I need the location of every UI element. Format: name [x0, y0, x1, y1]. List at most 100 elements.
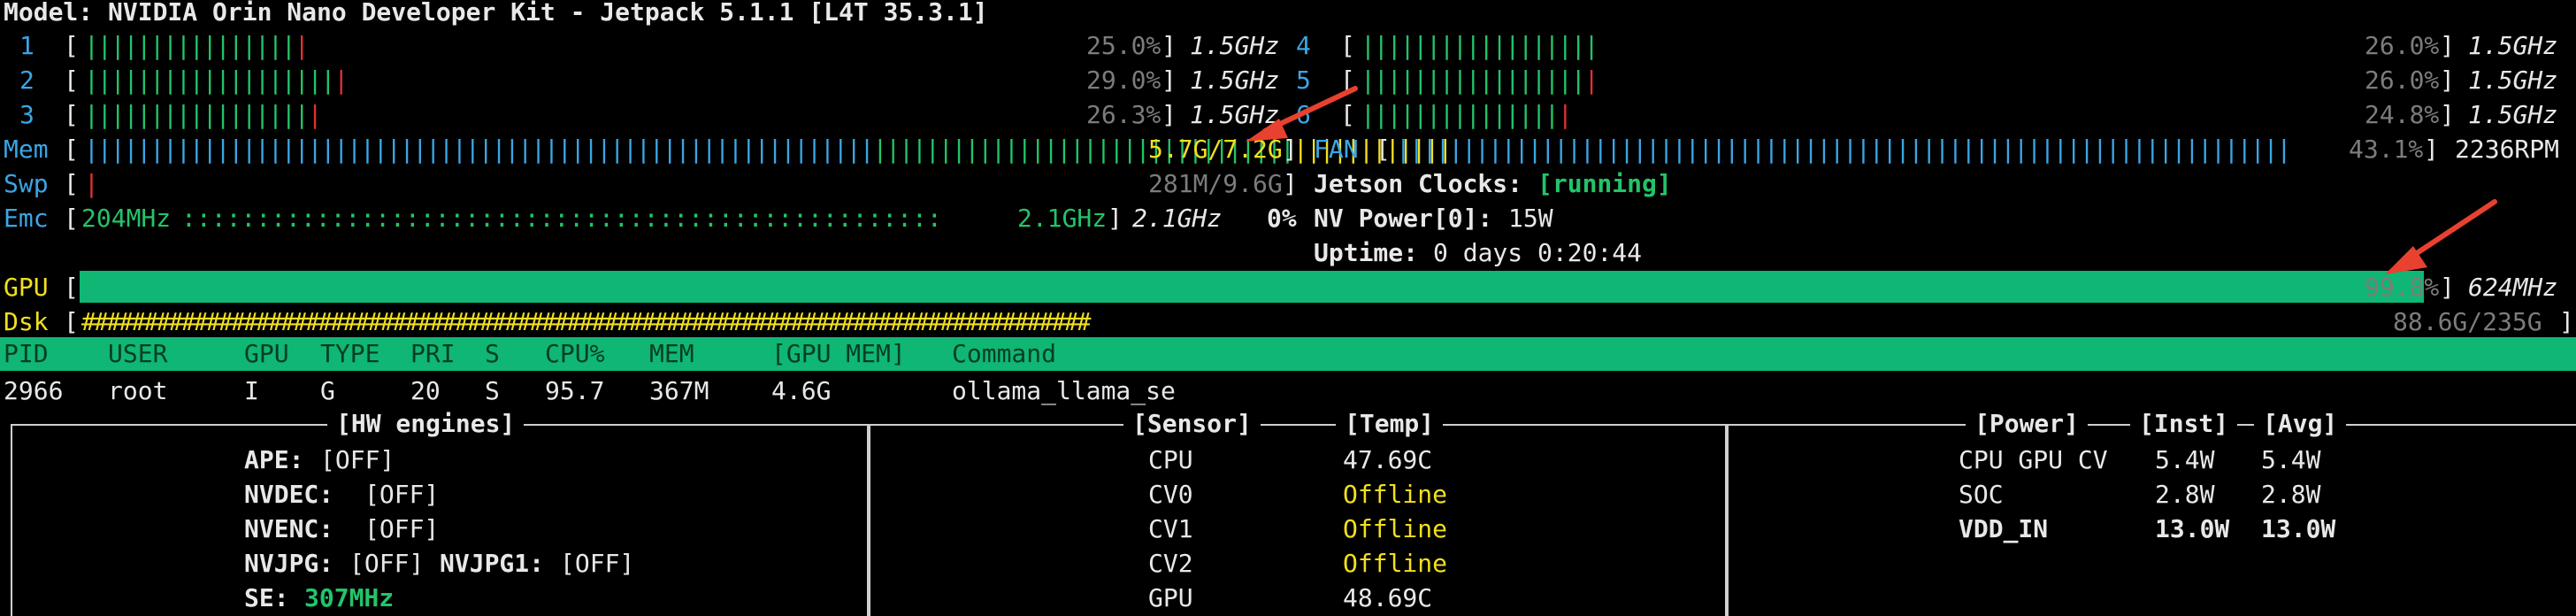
arrow-icon: [1246, 86, 1358, 142]
sensor-name: CV2: [1148, 549, 1193, 578]
nvjpg-label: NVJPG:: [244, 549, 334, 578]
sensor-name: CV0: [1148, 480, 1193, 509]
cpu-usage-bar: |||||||||||||||||: [84, 31, 310, 60]
power-panel: [1725, 424, 2576, 616]
nv-power-label: NV Power[0]:: [1314, 204, 1493, 233]
process-user: root: [108, 376, 168, 405]
column-header-gpu-mem[interactable]: [GPU MEM]: [771, 337, 906, 371]
sensor-temp: Offline: [1343, 549, 1448, 578]
power-rail-name: VDD_IN: [1959, 514, 2049, 543]
nv-power-value: 15W: [1508, 204, 1553, 233]
process-header-bar: [0, 337, 2576, 371]
emc-percent: 0%: [1267, 204, 1297, 233]
column-header-pri[interactable]: PRI: [410, 337, 456, 371]
power-inst: 5.4W: [2155, 445, 2215, 474]
emc-usage-bar: ::::::::::::::::::::::::::::::::::::::::…: [181, 204, 942, 233]
power-avg: 5.4W: [2261, 445, 2321, 474]
cpu-freq: 1.5GHz: [1190, 31, 1280, 60]
cpu-freq: 1.5GHz: [2468, 100, 2558, 129]
jetson-clocks-status: [running]: [1537, 169, 1672, 198]
arrow-icon: [2385, 199, 2497, 274]
process-pid: 2966: [4, 376, 64, 405]
process-cpu: 95.7: [545, 376, 605, 405]
cpu-id: 1: [19, 31, 34, 60]
hw-engines-title: [HW engines]: [327, 408, 525, 440]
power-inst: 2.8W: [2155, 480, 2215, 509]
fan-percent: 43.1%: [2349, 135, 2424, 164]
emc-min-freq: 204MHz: [81, 204, 172, 233]
emc-freq: 2.1GHz: [1132, 204, 1223, 233]
process-gpu-mem: 4.6G: [771, 376, 832, 405]
nvenc-status: [OFF]: [364, 514, 440, 543]
cpu-id: 4: [1296, 31, 1311, 60]
cpu-usage-bar: ||||||||||||||||||: [84, 100, 322, 129]
sensor-temp: 48.69C: [1343, 583, 1433, 612]
cpu-bracket-open: [: [64, 31, 79, 60]
cpu-percent: 26.3%: [1086, 100, 1162, 129]
cpu-usage-bar: ||||||||||||||||||: [1361, 31, 1598, 60]
uptime-value: 0 days 0:20:44: [1433, 238, 1643, 267]
nvjpg1-label: NVJPG1:: [440, 549, 545, 578]
avg-title: [Avg]: [2254, 408, 2347, 440]
sensor-temp: Offline: [1343, 480, 1448, 509]
column-header-command[interactable]: Command: [952, 337, 1056, 371]
mem-label: Mem: [4, 135, 49, 164]
ape-label: APE:: [244, 445, 304, 474]
sensor-name: GPU: [1148, 583, 1193, 612]
gpu-label: GPU: [4, 273, 49, 302]
disk-usage-bar: ########################################…: [81, 307, 1091, 336]
sensor-name: CPU: [1148, 445, 1193, 474]
disk-label: Dsk: [4, 307, 49, 336]
model-title: Model: NVIDIA Orin Nano Developer Kit - …: [4, 0, 988, 27]
power-rail-name: CPU GPU CV: [1959, 445, 2108, 474]
sensor-temp: 47.69C: [1343, 445, 1433, 474]
column-header-state[interactable]: S: [485, 337, 500, 371]
cpu-usage-bar: ||||||||||||||||: [1361, 100, 1573, 129]
temp-title: [Temp]: [1336, 408, 1444, 440]
process-state: S: [485, 376, 500, 405]
process-type: G: [320, 376, 335, 405]
cpu-id: 2: [19, 65, 34, 95]
swap-value: 281M/9.6G: [1148, 169, 1283, 198]
column-header-cpu[interactable]: CPU%: [545, 337, 604, 371]
fan-speed-bar: ||||||||||||||||||||||||||||||||||||||||…: [1396, 135, 2291, 164]
power-avg: 13.0W: [2261, 514, 2336, 543]
power-inst: 13.0W: [2155, 514, 2230, 543]
column-header-user[interactable]: USER: [108, 337, 167, 371]
sensor-name: CV1: [1148, 514, 1193, 543]
se-label: SE:: [244, 583, 289, 612]
swap-label: Swp: [4, 169, 49, 198]
cpu-percent: 26.0%: [2365, 65, 2440, 95]
cpu-freq: 1.5GHz: [2468, 65, 2558, 95]
cpu-percent: 25.0%: [1086, 31, 1162, 60]
emc-max-freq: 2.1GHz: [1017, 204, 1108, 233]
cpu-usage-bar: ||||||||||||||||||: [1361, 65, 1598, 95]
column-header-type[interactable]: TYPE: [320, 337, 380, 371]
sensor-title: [Sensor]: [1123, 408, 1261, 440]
hw-engines-panel: [11, 424, 870, 616]
cpu-id: 3: [19, 100, 34, 129]
power-title: [Power]: [1966, 408, 2089, 440]
swap-usage-bar: |: [84, 169, 99, 198]
se-freq: 307MHz: [304, 583, 395, 612]
emc-label: Emc: [4, 204, 49, 233]
inst-title: [Inst]: [2130, 408, 2238, 440]
cpu-usage-bar: ||||||||||||||||||||: [84, 65, 349, 95]
column-header-pid[interactable]: PID: [4, 337, 49, 371]
column-header-mem[interactable]: MEM: [649, 337, 694, 371]
ape-status: [OFF]: [320, 445, 395, 474]
cpu-percent: 26.0%: [2365, 31, 2440, 60]
fan-rpm: 2236RPM: [2455, 135, 2560, 164]
gpu-usage-bar: [80, 271, 2424, 303]
nvjpg1-status: [OFF]: [560, 549, 635, 578]
power-rail-name: SOC: [1959, 480, 2004, 509]
disk-value: 88.6G/235G: [2393, 307, 2542, 336]
nvjpg-status: [OFF]: [349, 549, 425, 578]
process-command: ollama_llama_se: [952, 376, 1176, 405]
cpu-percent: 29.0%: [1086, 65, 1162, 95]
cpu-freq: 1.5GHz: [2468, 31, 2558, 60]
process-pri: 20: [410, 376, 441, 405]
power-avg: 2.8W: [2261, 480, 2321, 509]
column-header-gpu[interactable]: GPU: [244, 337, 289, 371]
cpu-percent: 24.8%: [2365, 100, 2440, 129]
